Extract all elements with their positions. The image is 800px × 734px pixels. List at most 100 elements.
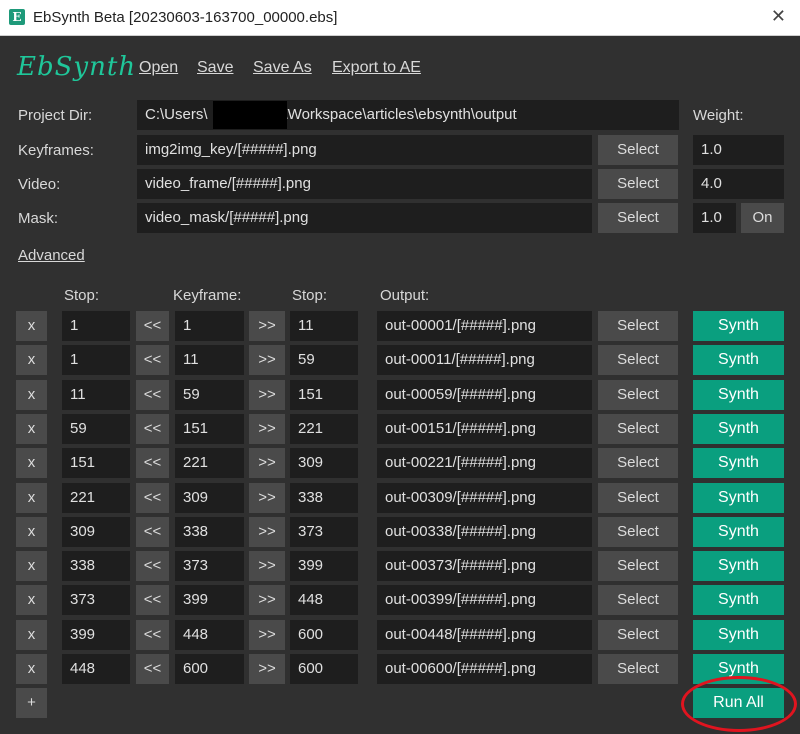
export-to-ae-link[interactable]: Export to AE bbox=[332, 59, 421, 77]
stop-start-field[interactable]: 373 bbox=[62, 585, 130, 615]
keyframe-field[interactable]: 151 bbox=[175, 414, 244, 444]
next-keyframe-button[interactable]: >> bbox=[249, 585, 285, 615]
save-as-link[interactable]: Save As bbox=[253, 59, 312, 77]
stop-end-field[interactable]: 338 bbox=[290, 483, 358, 513]
next-keyframe-button[interactable]: >> bbox=[249, 311, 285, 341]
prev-keyframe-button[interactable]: << bbox=[136, 414, 169, 444]
stop-start-field[interactable]: 399 bbox=[62, 620, 130, 650]
synth-button[interactable]: Synth bbox=[693, 380, 784, 410]
keyframe-field[interactable]: 309 bbox=[175, 483, 244, 513]
next-keyframe-button[interactable]: >> bbox=[249, 448, 285, 478]
stop-start-field[interactable]: 309 bbox=[62, 517, 130, 547]
prev-keyframe-button[interactable]: << bbox=[136, 483, 169, 513]
mask-field[interactable]: video_mask/[#####].png bbox=[137, 203, 592, 233]
next-keyframe-button[interactable]: >> bbox=[249, 380, 285, 410]
add-row-button[interactable]: + bbox=[16, 688, 47, 718]
output-field[interactable]: out-00373/[#####].png bbox=[377, 551, 592, 581]
output-field[interactable]: out-00221/[#####].png bbox=[377, 448, 592, 478]
output-field[interactable]: out-00338/[#####].png bbox=[377, 517, 592, 547]
synth-button[interactable]: Synth bbox=[693, 483, 784, 513]
output-select-button[interactable]: Select bbox=[598, 345, 678, 375]
stop-end-field[interactable]: 11 bbox=[290, 311, 358, 341]
output-select-button[interactable]: Select bbox=[598, 483, 678, 513]
output-select-button[interactable]: Select bbox=[598, 517, 678, 547]
close-icon[interactable]: ✕ bbox=[771, 6, 786, 27]
output-select-button[interactable]: Select bbox=[598, 551, 678, 581]
synth-button[interactable]: Synth bbox=[693, 585, 784, 615]
prev-keyframe-button[interactable]: << bbox=[136, 654, 169, 684]
output-field[interactable]: out-00448/[#####].png bbox=[377, 620, 592, 650]
prev-keyframe-button[interactable]: << bbox=[136, 448, 169, 478]
output-field[interactable]: out-00309/[#####].png bbox=[377, 483, 592, 513]
keyframe-field[interactable]: 59 bbox=[175, 380, 244, 410]
synth-button[interactable]: Synth bbox=[693, 517, 784, 547]
prev-keyframe-button[interactable]: << bbox=[136, 620, 169, 650]
next-keyframe-button[interactable]: >> bbox=[249, 517, 285, 547]
remove-row-button[interactable]: x bbox=[16, 517, 47, 547]
output-field[interactable]: out-00001/[#####].png bbox=[377, 311, 592, 341]
output-field[interactable]: out-00059/[#####].png bbox=[377, 380, 592, 410]
remove-row-button[interactable]: x bbox=[16, 620, 47, 650]
prev-keyframe-button[interactable]: << bbox=[136, 517, 169, 547]
stop-start-field[interactable]: 448 bbox=[62, 654, 130, 684]
mask-weight-field[interactable]: 1.0 bbox=[693, 203, 736, 233]
stop-end-field[interactable]: 373 bbox=[290, 517, 358, 547]
synth-button[interactable]: Synth bbox=[693, 654, 784, 684]
remove-row-button[interactable]: x bbox=[16, 345, 47, 375]
keyframe-field[interactable]: 399 bbox=[175, 585, 244, 615]
stop-end-field[interactable]: 600 bbox=[290, 654, 358, 684]
keyframe-field[interactable]: 1 bbox=[175, 311, 244, 341]
stop-end-field[interactable]: 151 bbox=[290, 380, 358, 410]
remove-row-button[interactable]: x bbox=[16, 483, 47, 513]
keyframe-field[interactable]: 448 bbox=[175, 620, 244, 650]
mask-select-button[interactable]: Select bbox=[598, 203, 678, 233]
keyframe-field[interactable]: 338 bbox=[175, 517, 244, 547]
save-link[interactable]: Save bbox=[197, 59, 233, 77]
output-field[interactable]: out-00151/[#####].png bbox=[377, 414, 592, 444]
prev-keyframe-button[interactable]: << bbox=[136, 345, 169, 375]
output-select-button[interactable]: Select bbox=[598, 311, 678, 341]
remove-row-button[interactable]: x bbox=[16, 380, 47, 410]
stop-start-field[interactable]: 59 bbox=[62, 414, 130, 444]
output-field[interactable]: out-00600/[#####].png bbox=[377, 654, 592, 684]
synth-button[interactable]: Synth bbox=[693, 448, 784, 478]
stop-start-field[interactable]: 1 bbox=[62, 311, 130, 341]
remove-row-button[interactable]: x bbox=[16, 448, 47, 478]
remove-row-button[interactable]: x bbox=[16, 311, 47, 341]
output-field[interactable]: out-00011/[#####].png bbox=[377, 345, 592, 375]
remove-row-button[interactable]: x bbox=[16, 551, 47, 581]
next-keyframe-button[interactable]: >> bbox=[249, 551, 285, 581]
stop-start-field[interactable]: 221 bbox=[62, 483, 130, 513]
advanced-link[interactable]: Advanced bbox=[18, 247, 85, 264]
mask-on-toggle[interactable]: On bbox=[741, 203, 784, 233]
open-link[interactable]: Open bbox=[139, 59, 178, 77]
prev-keyframe-button[interactable]: << bbox=[136, 585, 169, 615]
next-keyframe-button[interactable]: >> bbox=[249, 414, 285, 444]
output-select-button[interactable]: Select bbox=[598, 654, 678, 684]
stop-start-field[interactable]: 151 bbox=[62, 448, 130, 478]
stop-end-field[interactable]: 399 bbox=[290, 551, 358, 581]
keyframe-field[interactable]: 373 bbox=[175, 551, 244, 581]
remove-row-button[interactable]: x bbox=[16, 585, 47, 615]
output-select-button[interactable]: Select bbox=[598, 585, 678, 615]
next-keyframe-button[interactable]: >> bbox=[249, 654, 285, 684]
run-all-button[interactable]: Run All bbox=[693, 688, 784, 718]
next-keyframe-button[interactable]: >> bbox=[249, 483, 285, 513]
remove-row-button[interactable]: x bbox=[16, 654, 47, 684]
keyframes-weight-field[interactable]: 1.0 bbox=[693, 135, 784, 165]
prev-keyframe-button[interactable]: << bbox=[136, 380, 169, 410]
keyframe-field[interactable]: 221 bbox=[175, 448, 244, 478]
output-select-button[interactable]: Select bbox=[598, 414, 678, 444]
synth-button[interactable]: Synth bbox=[693, 620, 784, 650]
stop-end-field[interactable]: 59 bbox=[290, 345, 358, 375]
keyframe-field[interactable]: 11 bbox=[175, 345, 244, 375]
prev-keyframe-button[interactable]: << bbox=[136, 551, 169, 581]
keyframes-select-button[interactable]: Select bbox=[598, 135, 678, 165]
output-select-button[interactable]: Select bbox=[598, 380, 678, 410]
stop-end-field[interactable]: 600 bbox=[290, 620, 358, 650]
stop-end-field[interactable]: 448 bbox=[290, 585, 358, 615]
stop-end-field[interactable]: 221 bbox=[290, 414, 358, 444]
next-keyframe-button[interactable]: >> bbox=[249, 345, 285, 375]
stop-end-field[interactable]: 309 bbox=[290, 448, 358, 478]
stop-start-field[interactable]: 11 bbox=[62, 380, 130, 410]
